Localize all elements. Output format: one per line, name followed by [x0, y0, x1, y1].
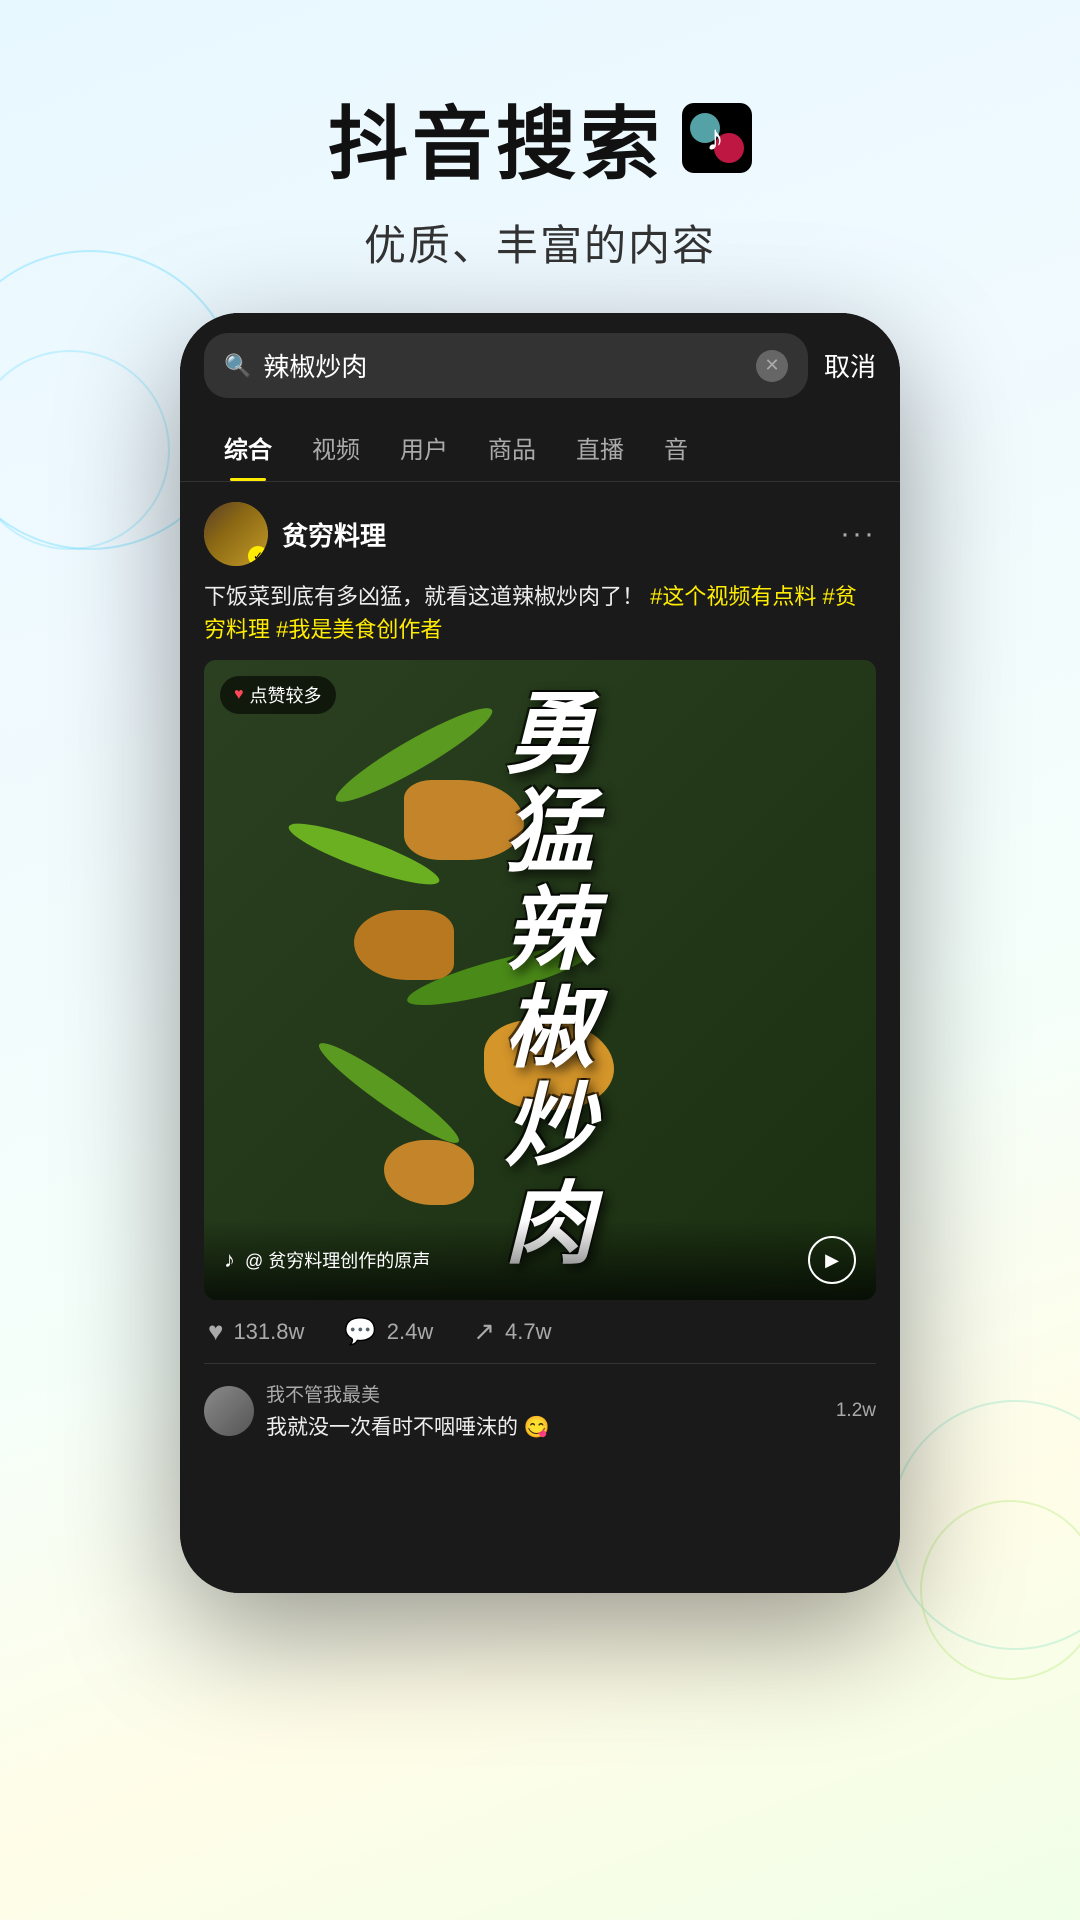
search-query-text: 辣椒炒肉	[263, 347, 744, 384]
share-icon: ↗	[473, 1316, 495, 1347]
post-description: 下饭菜到底有多凶猛，就看这道辣椒炒肉了！ #这个视频有点料 #贫穷料理 #我是美…	[204, 580, 876, 646]
more-options-button[interactable]: ···	[840, 517, 876, 551]
comment-avatar	[204, 1386, 254, 1436]
stats-bar: ♥ 131.8w 💬 2.4w ↗ 4.7w	[204, 1300, 876, 1363]
comment-username: 我不管我最美	[266, 1380, 824, 1407]
search-bar-area: 🔍 辣椒炒肉 ✕ 取消	[180, 313, 900, 414]
verified-badge: ✓	[248, 546, 268, 566]
clear-button[interactable]: ✕	[756, 350, 788, 382]
post-user: ✓ 贫穷料理	[204, 502, 386, 566]
post-hashtag-1[interactable]: #这个视频有点料	[650, 584, 822, 609]
shares-stat[interactable]: ↗ 4.7w	[473, 1316, 551, 1347]
tab-音[interactable]: 音	[644, 414, 708, 481]
comment-preview: 我不管我最美 我就没一次看时不咽唾沫的 😋 1.2w	[204, 1363, 876, 1441]
search-input-box[interactable]: 🔍 辣椒炒肉 ✕	[204, 333, 808, 398]
avatar: ✓	[204, 502, 268, 566]
likes-count: 131.8w	[233, 1319, 304, 1345]
music-note-icon: ♪	[706, 117, 728, 159]
hot-badge-text: 点赞较多	[250, 682, 322, 708]
post-hashtag-3[interactable]: #我是美食创作者	[276, 617, 442, 642]
audio-info: ♪ @ 贫穷料理创作的原声	[224, 1247, 430, 1273]
video-text-overlay: 勇猛辣椒炒肉	[204, 660, 876, 1300]
shares-count: 4.7w	[505, 1319, 551, 1345]
title-text: 抖音搜索	[328, 80, 664, 196]
heart-icon: ♥	[234, 686, 244, 704]
header-subtitle: 优质、丰富的内容	[0, 212, 1080, 273]
hot-badge: ♥ 点赞较多	[220, 676, 336, 714]
heart-icon: ♥	[208, 1316, 223, 1347]
comment-content: 我不管我最美 我就没一次看时不咽唾沫的 😋	[266, 1380, 824, 1441]
search-icon: 🔍	[224, 353, 251, 379]
post-main-text: 下饭菜到底有多凶猛，就看这道辣椒炒肉了！	[204, 584, 644, 609]
phone-mockup: 🔍 辣椒炒肉 ✕ 取消 综合 视频 用户 商品 直播 音 ✓	[180, 313, 900, 1593]
tab-直播[interactable]: 直播	[556, 414, 644, 481]
tab-用户[interactable]: 用户	[380, 414, 468, 481]
comment-icon: 💬	[344, 1316, 376, 1347]
music-note-icon: ♪	[224, 1247, 235, 1273]
content-area: ✓ 贫穷料理 ··· 下饭菜到底有多凶猛，就看这道辣椒炒肉了！ #这个视频有点料…	[180, 482, 900, 1461]
username: 贫穷料理	[282, 516, 386, 553]
tab-商品[interactable]: 商品	[468, 414, 556, 481]
tab-综合[interactable]: 综合	[204, 414, 292, 481]
comments-count: 2.4w	[387, 1319, 433, 1345]
comment-count: 1.2w	[836, 1400, 876, 1422]
app-title: 抖音搜索 ♪	[0, 80, 1080, 196]
video-thumbnail[interactable]: 勇猛辣椒炒肉 ♥ 点赞较多 ♪ @ 贫穷料理创作的原声 ▶	[204, 660, 876, 1300]
header: 抖音搜索 ♪ 优质、丰富的内容	[0, 0, 1080, 313]
comment-text: 我就没一次看时不咽唾沫的 😋	[266, 1411, 824, 1441]
tab-视频[interactable]: 视频	[292, 414, 380, 481]
cancel-button[interactable]: 取消	[824, 347, 876, 384]
comments-stat[interactable]: 💬 2.4w	[344, 1316, 433, 1347]
play-button[interactable]: ▶	[808, 1236, 856, 1284]
tiktok-logo-icon: ♪	[682, 103, 752, 173]
phone-container: 🔍 辣椒炒肉 ✕ 取消 综合 视频 用户 商品 直播 音 ✓	[0, 313, 1080, 1593]
tabs-bar: 综合 视频 用户 商品 直播 音	[180, 414, 900, 482]
video-title-text: 勇猛辣椒炒肉	[471, 686, 610, 1274]
post-header: ✓ 贫穷料理 ···	[204, 502, 876, 566]
audio-bar: ♪ @ 贫穷料理创作的原声 ▶	[204, 1220, 876, 1300]
likes-stat[interactable]: ♥ 131.8w	[208, 1316, 304, 1347]
audio-text: @ 贫穷料理创作的原声	[245, 1247, 430, 1273]
